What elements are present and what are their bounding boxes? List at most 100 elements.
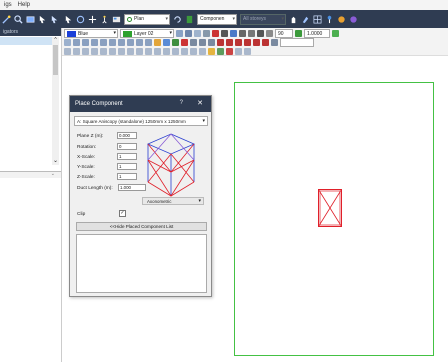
chart-icon[interactable] bbox=[244, 48, 251, 55]
snap-grid-icon[interactable] bbox=[100, 39, 107, 46]
chevron-down-icon[interactable]: ⌄ bbox=[52, 158, 59, 165]
pin-red-icon[interactable] bbox=[181, 39, 188, 46]
pin-icon[interactable] bbox=[325, 15, 334, 24]
angle-input[interactable]: 90 bbox=[275, 29, 293, 38]
dialog-title-bar[interactable]: Place Component ? ✕ bbox=[70, 96, 211, 112]
view-combo[interactable]: Plan ▾ bbox=[124, 13, 170, 25]
y-scale-input[interactable]: 1 bbox=[117, 163, 137, 170]
delete-icon[interactable] bbox=[226, 48, 233, 55]
rotate-icon[interactable] bbox=[266, 30, 273, 37]
menu-item-settings[interactable]: igs bbox=[4, 2, 12, 8]
distribute-icon[interactable] bbox=[181, 48, 188, 55]
array-icon[interactable] bbox=[100, 48, 107, 55]
wall-tool-icon[interactable] bbox=[194, 30, 201, 37]
polar-icon[interactable] bbox=[118, 39, 125, 46]
text-icon[interactable] bbox=[136, 39, 143, 46]
hand-icon[interactable] bbox=[289, 15, 298, 24]
component-combo[interactable]: Componen ▾ bbox=[197, 13, 237, 25]
line-tool-icon[interactable] bbox=[176, 30, 183, 37]
storey-combo[interactable]: All storeys ▾ bbox=[240, 13, 286, 25]
offset-icon[interactable] bbox=[109, 48, 116, 55]
snap-end-icon[interactable] bbox=[73, 39, 80, 46]
report-icon[interactable] bbox=[271, 39, 278, 46]
brick-icon[interactable] bbox=[154, 39, 161, 46]
x-scale-input[interactable]: 1 bbox=[117, 153, 137, 160]
mirror-icon[interactable] bbox=[91, 48, 98, 55]
navigator-scroll-thumb[interactable] bbox=[53, 45, 58, 75]
clip-checkbox[interactable]: ✓ bbox=[119, 210, 126, 217]
orbit-icon[interactable] bbox=[76, 15, 85, 24]
layer-select[interactable]: Layer 02 ▾ bbox=[120, 29, 174, 38]
pen-icon[interactable] bbox=[257, 30, 264, 37]
view-mode-select[interactable]: Axonometric ▾ bbox=[142, 197, 204, 205]
dimension-icon[interactable] bbox=[127, 39, 134, 46]
chevron-up-icon[interactable]: ^ bbox=[52, 37, 59, 44]
window-tool-icon[interactable] bbox=[221, 30, 228, 37]
walk-icon[interactable] bbox=[100, 15, 109, 24]
close-icon[interactable]: ✕ bbox=[197, 99, 203, 107]
group-icon[interactable] bbox=[154, 48, 161, 55]
lock-icon[interactable] bbox=[190, 48, 197, 55]
hide-placed-list-button[interactable]: <<Hide Placed Component List bbox=[76, 222, 207, 231]
menu-item-help[interactable]: Help bbox=[18, 2, 30, 8]
ortho-icon[interactable] bbox=[109, 39, 116, 46]
pan-icon[interactable] bbox=[88, 15, 97, 24]
window-icon[interactable] bbox=[26, 15, 35, 24]
rectangle-icon[interactable] bbox=[239, 30, 246, 37]
refresh-icon[interactable] bbox=[173, 15, 182, 24]
align-icon[interactable] bbox=[172, 48, 179, 55]
hatch-icon[interactable] bbox=[145, 39, 152, 46]
extend-icon[interactable] bbox=[127, 48, 134, 55]
chevron-down-icon[interactable]: ⌄ bbox=[51, 171, 55, 177]
arc-tool-icon[interactable] bbox=[185, 30, 192, 37]
explode-icon[interactable] bbox=[145, 48, 152, 55]
copy-icon[interactable] bbox=[82, 48, 89, 55]
component-select[interactable]: A: Square Aniscopy (standalone) 1250mm x… bbox=[74, 116, 208, 126]
paint-icon[interactable] bbox=[301, 15, 310, 24]
magic-wand-icon[interactable] bbox=[2, 14, 11, 24]
plane-z-input[interactable]: 0.000 bbox=[117, 132, 137, 139]
grid-icon[interactable] bbox=[313, 15, 322, 24]
navigator-selected-item[interactable] bbox=[0, 37, 52, 45]
polyline-icon[interactable] bbox=[248, 30, 255, 37]
cut-icon[interactable] bbox=[208, 39, 215, 46]
palette-icon[interactable] bbox=[349, 15, 358, 24]
pointer-add-icon[interactable] bbox=[50, 15, 59, 24]
placed-component-list[interactable] bbox=[76, 234, 207, 293]
pen-color-select[interactable]: Blue ▾ bbox=[64, 29, 118, 38]
scale-icon[interactable] bbox=[295, 30, 302, 37]
slab-icon[interactable] bbox=[262, 39, 269, 46]
component-icon[interactable] bbox=[185, 15, 194, 24]
rotation-input[interactable]: 0 bbox=[117, 143, 137, 150]
snap-icon[interactable] bbox=[64, 39, 71, 46]
apply-icon[interactable] bbox=[332, 30, 339, 37]
select-area-icon[interactable] bbox=[230, 30, 237, 37]
snap-mid-icon[interactable] bbox=[82, 39, 89, 46]
layer-icon[interactable] bbox=[112, 15, 121, 24]
placed-component-symbol[interactable] bbox=[318, 189, 342, 227]
help-icon[interactable]: ? bbox=[180, 100, 183, 106]
door-tool-icon[interactable] bbox=[212, 30, 219, 37]
join-icon[interactable] bbox=[136, 48, 143, 55]
navigator-scrollbar[interactable]: ^ ⌄ bbox=[52, 37, 59, 165]
roof-icon[interactable] bbox=[235, 39, 242, 46]
find-input[interactable] bbox=[280, 38, 314, 47]
door-red-icon[interactable] bbox=[217, 39, 224, 46]
pointer-icon[interactable] bbox=[38, 15, 47, 24]
render-icon[interactable] bbox=[337, 15, 346, 24]
ungroup-icon[interactable] bbox=[163, 48, 170, 55]
ruler-icon[interactable] bbox=[190, 39, 197, 46]
z-scale-input[interactable]: 1 bbox=[117, 173, 137, 180]
table-icon[interactable] bbox=[235, 48, 242, 55]
tree-icon[interactable] bbox=[172, 39, 179, 46]
beam-icon[interactable] bbox=[253, 39, 260, 46]
scale-input[interactable]: 1.0000 bbox=[304, 29, 330, 38]
view-3d-icon[interactable] bbox=[163, 39, 170, 46]
highlight-icon[interactable] bbox=[208, 48, 215, 55]
undo-icon[interactable] bbox=[64, 48, 71, 55]
column-icon[interactable] bbox=[244, 39, 251, 46]
redo-icon[interactable] bbox=[73, 48, 80, 55]
stair-icon[interactable] bbox=[226, 39, 233, 46]
check-icon[interactable] bbox=[217, 48, 224, 55]
pick-icon[interactable] bbox=[64, 15, 73, 24]
